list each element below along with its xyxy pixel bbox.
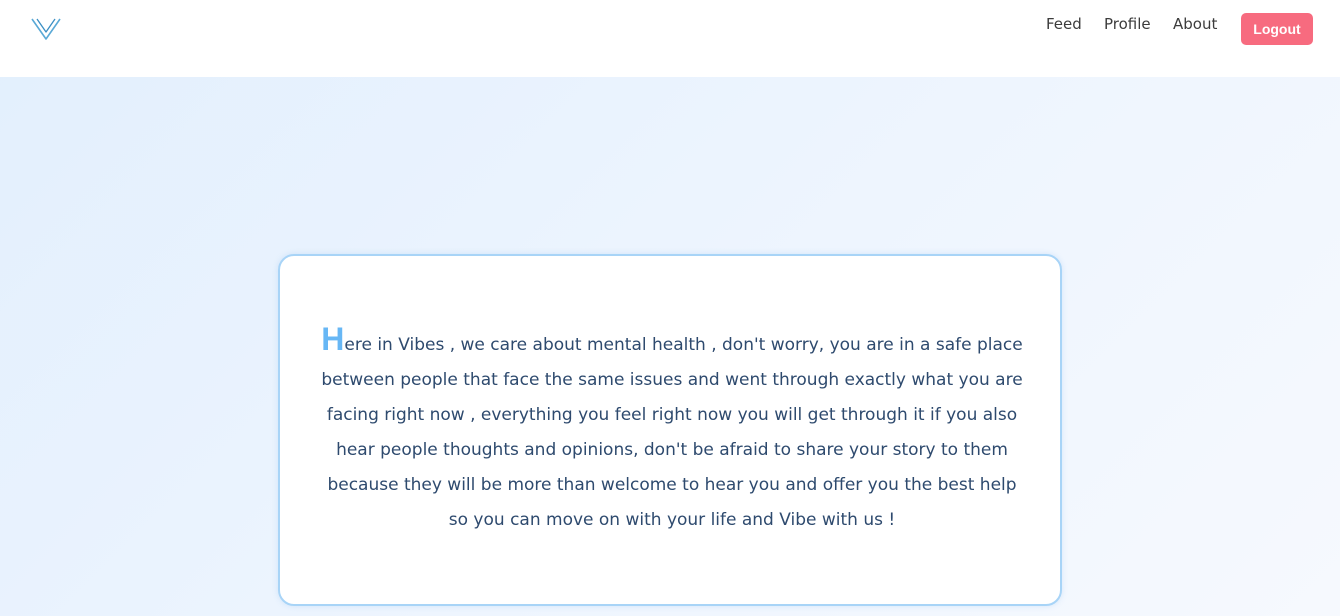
drop-cap: H xyxy=(321,321,345,357)
v-logo-icon[interactable] xyxy=(30,16,62,42)
nav-link-about[interactable]: About xyxy=(1173,15,1217,33)
nav-link-feed[interactable]: Feed xyxy=(1046,15,1082,33)
intro-card: Here in Vibes , we care about mental hea… xyxy=(278,254,1062,606)
intro-text: Here in Vibes , we care about mental hea… xyxy=(320,323,1024,538)
nav-link-profile[interactable]: Profile xyxy=(1104,15,1151,33)
navbar: Feed Profile About Logout xyxy=(0,0,1340,77)
intro-body: ere in Vibes , we care about mental heal… xyxy=(321,335,1023,530)
logout-button[interactable]: Logout xyxy=(1241,13,1313,45)
